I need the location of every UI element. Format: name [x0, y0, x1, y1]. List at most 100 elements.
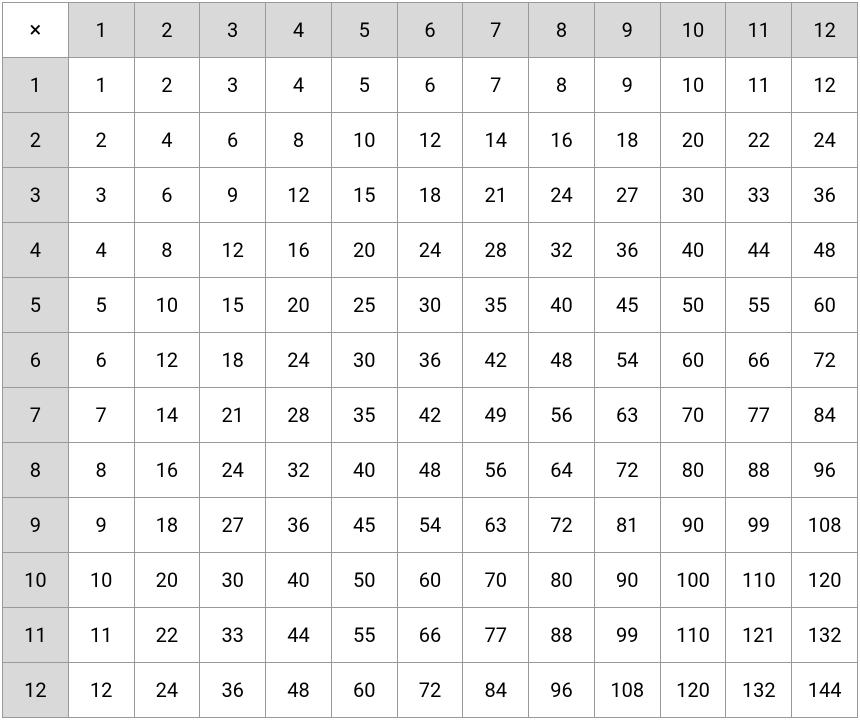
table-cell: 77 [726, 388, 792, 443]
table-cell: 48 [266, 663, 332, 718]
table-cell: 22 [134, 608, 200, 663]
table-cell: 28 [266, 388, 332, 443]
row-header: 3 [3, 168, 69, 223]
table-cell: 70 [660, 388, 726, 443]
table-cell: 108 [792, 498, 858, 553]
table-cell: 4 [266, 58, 332, 113]
table-cell: 110 [660, 608, 726, 663]
table-cell: 9 [200, 168, 266, 223]
col-header: 9 [594, 3, 660, 58]
table-cell: 63 [594, 388, 660, 443]
table-cell: 20 [266, 278, 332, 333]
table-cell: 63 [463, 498, 529, 553]
table-cell: 48 [529, 333, 595, 388]
table-cell: 9 [594, 58, 660, 113]
table-cell: 84 [792, 388, 858, 443]
row-header: 9 [3, 498, 69, 553]
table-cell: 4 [134, 113, 200, 168]
table-row: 661218243036424854606672 [3, 333, 858, 388]
table-cell: 27 [200, 498, 266, 553]
table-cell: 36 [594, 223, 660, 278]
table-row: 121224364860728496108120132144 [3, 663, 858, 718]
table-cell: 18 [594, 113, 660, 168]
table-cell: 16 [266, 223, 332, 278]
table-cell: 3 [200, 58, 266, 113]
row-header: 8 [3, 443, 69, 498]
col-header: 2 [134, 3, 200, 58]
table-cell: 55 [726, 278, 792, 333]
col-header: 10 [660, 3, 726, 58]
table-cell: 81 [594, 498, 660, 553]
table-cell: 60 [397, 553, 463, 608]
table-cell: 120 [792, 553, 858, 608]
table-cell: 12 [68, 663, 134, 718]
table-row: 11112233445566778899110121132 [3, 608, 858, 663]
table-cell: 40 [529, 278, 595, 333]
table-cell: 30 [397, 278, 463, 333]
table-cell: 45 [594, 278, 660, 333]
table-cell: 6 [397, 58, 463, 113]
row-header: 4 [3, 223, 69, 278]
table-row: 3369121518212427303336 [3, 168, 858, 223]
table-cell: 55 [331, 608, 397, 663]
table-cell: 45 [331, 498, 397, 553]
table-cell: 14 [463, 113, 529, 168]
row-header: 1 [3, 58, 69, 113]
table-cell: 28 [463, 223, 529, 278]
table-cell: 7 [68, 388, 134, 443]
col-header: 7 [463, 3, 529, 58]
table-cell: 48 [792, 223, 858, 278]
table-cell: 27 [594, 168, 660, 223]
table-cell: 20 [660, 113, 726, 168]
table-cell: 25 [331, 278, 397, 333]
table-cell: 121 [726, 608, 792, 663]
table-cell: 36 [200, 663, 266, 718]
table-cell: 70 [463, 553, 529, 608]
table-cell: 56 [529, 388, 595, 443]
table-cell: 144 [792, 663, 858, 718]
table-cell: 66 [397, 608, 463, 663]
table-cell: 48 [397, 443, 463, 498]
col-header: 12 [792, 3, 858, 58]
table-cell: 96 [529, 663, 595, 718]
table-cell: 42 [463, 333, 529, 388]
table-cell: 132 [792, 608, 858, 663]
table-cell: 108 [594, 663, 660, 718]
table-cell: 40 [266, 553, 332, 608]
table-cell: 36 [792, 168, 858, 223]
table-cell: 8 [134, 223, 200, 278]
table-cell: 100 [660, 553, 726, 608]
table-cell: 80 [529, 553, 595, 608]
table-cell: 6 [134, 168, 200, 223]
table-cell: 35 [463, 278, 529, 333]
table-cell: 36 [397, 333, 463, 388]
table-cell: 10 [331, 113, 397, 168]
table-cell: 77 [463, 608, 529, 663]
table-cell: 49 [463, 388, 529, 443]
col-header: 6 [397, 3, 463, 58]
table-cell: 12 [792, 58, 858, 113]
table-cell: 18 [397, 168, 463, 223]
row-header: 5 [3, 278, 69, 333]
col-header: 1 [68, 3, 134, 58]
row-header: 10 [3, 553, 69, 608]
table-cell: 3 [68, 168, 134, 223]
table-cell: 99 [726, 498, 792, 553]
table-cell: 20 [331, 223, 397, 278]
table-cell: 11 [68, 608, 134, 663]
col-header: 4 [266, 3, 332, 58]
table-cell: 6 [200, 113, 266, 168]
table-cell: 50 [331, 553, 397, 608]
table-cell: 4 [68, 223, 134, 278]
table-cell: 21 [200, 388, 266, 443]
table-cell: 54 [594, 333, 660, 388]
table-cell: 120 [660, 663, 726, 718]
table-cell: 50 [660, 278, 726, 333]
table-cell: 8 [529, 58, 595, 113]
table-cell: 16 [529, 113, 595, 168]
table-cell: 72 [792, 333, 858, 388]
table-row: 771421283542495663707784 [3, 388, 858, 443]
table-cell: 90 [594, 553, 660, 608]
table-cell: 10 [134, 278, 200, 333]
table-cell: 72 [594, 443, 660, 498]
